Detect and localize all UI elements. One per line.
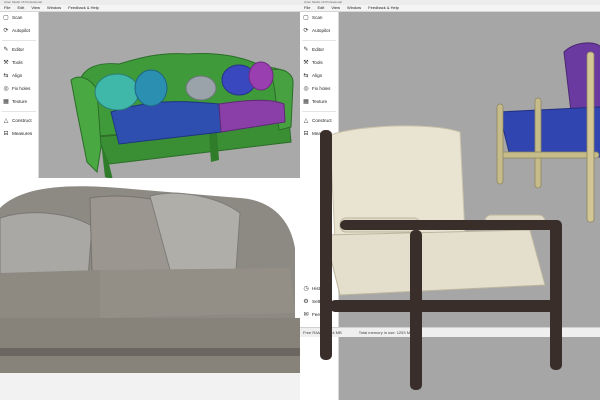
measures-icon: ⊟ <box>3 130 9 137</box>
tools-icon: ⚒ <box>3 59 9 66</box>
texture-icon: ▦ <box>3 98 9 105</box>
menu-window[interactable]: Window <box>47 5 61 10</box>
sidebar-item-fix-holes[interactable]: ◎ Fix holes <box>2 84 30 92</box>
editor-icon: ✎ <box>303 46 309 53</box>
sidebar-item-construct[interactable]: △ Construct <box>2 116 32 124</box>
texture-icon: ▦ <box>303 98 309 105</box>
sidebar-divider <box>2 40 36 41</box>
menu-view[interactable]: View <box>31 5 40 10</box>
sidebar-item-scan[interactable]: ▢ Scan <box>302 13 322 21</box>
sidebar-item-fix-holes[interactable]: ◎ Fix holes <box>302 84 330 92</box>
menu-edit[interactable]: Edit <box>17 5 24 10</box>
construct-icon: △ <box>3 117 9 124</box>
menu-view[interactable]: View <box>331 5 340 10</box>
sidebar-divider <box>302 111 336 112</box>
editor-icon: ✎ <box>3 46 9 53</box>
sidebar-item-measures[interactable]: ⊟Measures <box>2 129 32 137</box>
align-icon: ⇆ <box>3 72 9 79</box>
sofa-photo <box>0 178 300 400</box>
menu-window[interactable]: Window <box>347 5 361 10</box>
sidebar-divider <box>2 111 36 112</box>
fix-holes-icon: ◎ <box>3 85 9 92</box>
sidebar-item-texture[interactable]: ▦ Texture <box>302 97 327 105</box>
sidebar-item-align[interactable]: ⇆ Align <box>302 71 322 79</box>
menu-feedback-help[interactable]: Feedback & Help <box>368 5 399 10</box>
sidebar-item-editor[interactable]: ✎ Editor <box>2 45 24 53</box>
sidebar-divider <box>302 40 336 41</box>
menu-bar: File Edit View Window Feedback & Help <box>0 5 300 12</box>
menu-feedback-help[interactable]: Feedback & Help <box>68 5 99 10</box>
fix-holes-icon: ◎ <box>303 85 309 92</box>
autopilot-icon: ⟳ <box>3 27 9 34</box>
scan-icon: ▢ <box>303 14 309 21</box>
sidebar-item-autopilot[interactable]: ⟳ Autopilot <box>302 26 329 34</box>
scan-icon: ▢ <box>3 14 9 21</box>
sidebar-item-autopilot[interactable]: ⟳ Autopilot <box>2 26 29 34</box>
menu-edit[interactable]: Edit <box>317 5 324 10</box>
menu-file[interactable]: File <box>4 5 10 10</box>
sidebar-item-editor[interactable]: ✎ Editor <box>302 45 324 53</box>
chair-photo <box>300 120 600 400</box>
autopilot-icon: ⟳ <box>303 27 309 34</box>
menu-file[interactable]: File <box>304 5 310 10</box>
sidebar-item-scan[interactable]: ▢ Scan <box>2 13 22 21</box>
align-icon: ⇆ <box>303 72 309 79</box>
tools-icon: ⚒ <box>303 59 309 66</box>
sidebar-item-texture[interactable]: ▦ Texture <box>2 97 27 105</box>
menu-bar: File Edit View Window Feedback & Help <box>300 5 600 12</box>
sidebar-item-align[interactable]: ⇆ Align <box>2 71 22 79</box>
sidebar-item-tools[interactable]: ⚒ Tools <box>302 58 322 66</box>
sidebar-item-tools[interactable]: ⚒ Tools <box>2 58 22 66</box>
